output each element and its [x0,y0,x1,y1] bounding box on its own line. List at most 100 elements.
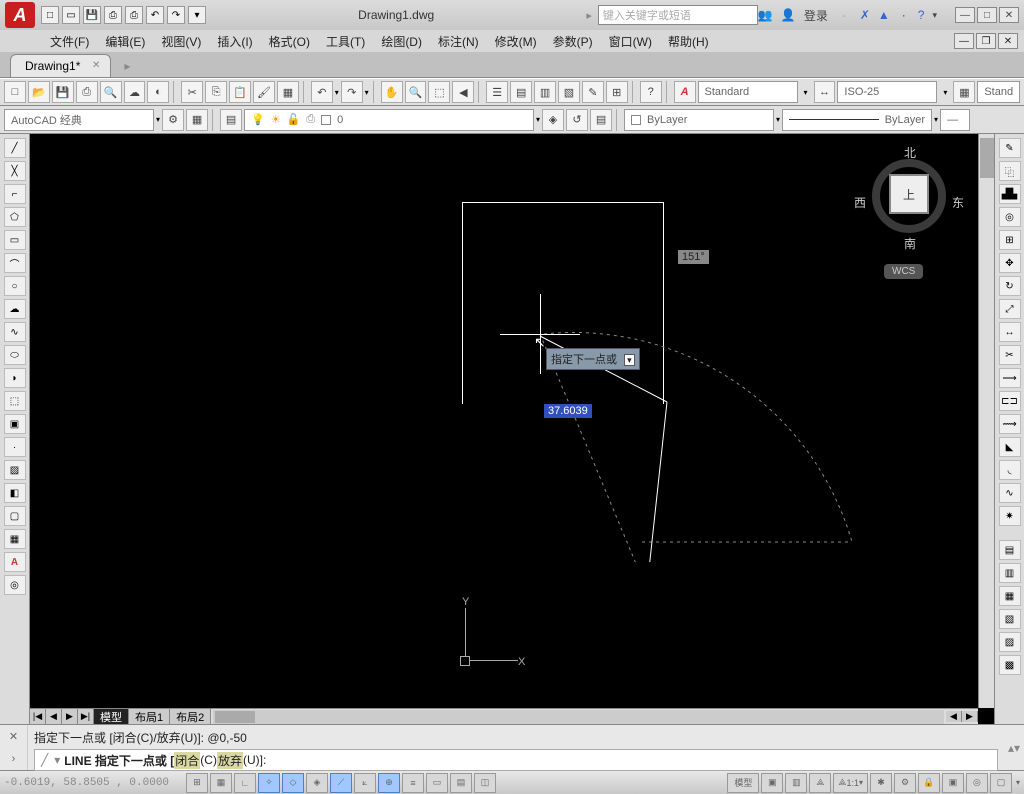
dim-style-arrow[interactable]: ▾ [943,88,947,97]
viewcube-south[interactable]: 南 [904,235,916,252]
viewcube[interactable]: 北 南 西 东 上 WCS [854,144,964,284]
tb-props-icon[interactable]: ☰ [486,81,508,103]
status-grid-icon[interactable]: ▦ [210,773,232,793]
status-iso-icon[interactable]: ◎ [966,773,988,793]
close-button[interactable]: ✕ [999,7,1019,23]
layer-iso-icon[interactable]: ◈ [542,109,564,131]
layer-props-icon[interactable]: ▤ [220,109,242,131]
color-arrow[interactable]: ▾ [776,115,780,124]
gradient-icon[interactable]: ◧ [4,483,26,503]
status-ann-icon[interactable]: ⟁ [809,773,831,793]
rotate-icon[interactable]: ↻ [999,276,1021,296]
explode-icon[interactable]: ✷ [999,506,1021,526]
revcloud-icon[interactable]: ☁ [4,299,26,319]
file-tab-close-icon[interactable]: ✕ [92,60,100,71]
tb-undo-drop[interactable]: ▾ [335,88,339,97]
status-snap-icon[interactable]: ⊞ [186,773,208,793]
status-tpy-icon[interactable]: ▭ [426,773,448,793]
undo-icon[interactable]: ↶ [146,6,164,24]
status-model-button[interactable]: 模型 [727,773,759,793]
layer-dropdown[interactable]: 💡 ☀ 🔓 ⎙ 0 [244,109,534,131]
viewcube-west[interactable]: 西 [854,194,866,211]
menu-dim[interactable]: 标注(N) [438,33,479,50]
lt-arrow[interactable]: ▾ [934,115,938,124]
drawing-canvas[interactable]: ↖ 指定下一点或 ▾ 37.6039 151° 北 南 西 东 上 WCS Y … [30,134,994,724]
status-annvis-icon[interactable]: ✱ [870,773,892,793]
ellipse-arc-icon[interactable]: ◗ [4,368,26,388]
pline-icon[interactable]: ⌐ [4,184,26,204]
cmd-close-icon[interactable]: ✕ [9,730,18,743]
cmd-close-opt[interactable]: 闭合 [174,752,200,769]
spline-icon[interactable]: ∿ [4,322,26,342]
tb-help-icon[interactable]: ? [640,81,662,103]
make-block-icon[interactable]: ▣ [4,414,26,434]
menu-file[interactable]: 文件(F) [50,33,89,50]
table-icon[interactable]: ▦ [4,529,26,549]
redo-icon[interactable]: ↷ [167,6,185,24]
tb-undo-icon[interactable]: ↶ [311,81,333,103]
tb-publish-icon[interactable]: ☁ [124,81,146,103]
tb-zoom-prev-icon[interactable]: ◀ [452,81,474,103]
fillet-icon[interactable]: ◟ [999,460,1021,480]
status-tray-arrow[interactable]: ▾ [1016,778,1020,787]
doc-restore-button[interactable]: ❐ [976,33,996,49]
insert-block-icon[interactable]: ⬚ [4,391,26,411]
hsb-left[interactable]: ◀ [946,711,962,722]
menu-modify[interactable]: 修改(M) [495,33,537,50]
layer-prev-icon[interactable]: ↺ [566,109,588,131]
tb-preview-icon[interactable]: 🔍 [100,81,122,103]
region-icon[interactable]: ▢ [4,506,26,526]
polygon-icon[interactable]: ⬠ [4,207,26,227]
menu-window[interactable]: 窗口(W) [609,33,652,50]
saveas-icon[interactable]: ⎙ [104,6,122,24]
workspace-dropdown[interactable]: AutoCAD 经典 [4,109,154,131]
cmd-scroll[interactable]: ▴▾ [1004,725,1024,770]
tab-nav-last[interactable]: ▶| [78,709,94,725]
erase-icon[interactable]: ✎ [999,138,1021,158]
text-style-icon[interactable]: A [674,81,696,103]
hsb-right[interactable]: ▶ [962,711,978,722]
search-go-icon[interactable]: 👥 [758,8,773,22]
new-icon[interactable]: □ [41,6,59,24]
tb-open-icon[interactable]: 📂 [28,81,50,103]
menu-format[interactable]: 格式(O) [269,33,310,50]
hatch-icon[interactable]: ▨ [4,460,26,480]
status-ws-icon[interactable]: ⚙ [894,773,916,793]
tab-model[interactable]: 模型 [94,709,129,725]
status-lock-icon[interactable]: 🔒 [918,773,940,793]
tb-match-icon[interactable]: 🖌 [253,81,275,103]
scale-icon[interactable]: ⤢ [999,299,1021,319]
cmd-expand-icon[interactable]: › [12,753,16,765]
layer-state-icon[interactable]: ▤ [590,109,612,131]
open-icon[interactable]: ▭ [62,6,80,24]
login-link[interactable]: 登录 [804,7,828,24]
layer-arrow[interactable]: ▾ [536,115,540,124]
menu-edit[interactable]: 编辑(E) [105,33,145,50]
horizontal-scrollbar[interactable] [213,710,944,724]
chamfer-icon[interactable]: ◣ [999,437,1021,457]
table-style-icon[interactable]: ▦ [953,81,975,103]
status-lwt-icon[interactable]: ≡ [402,773,424,793]
status-ducs-icon[interactable]: ⟀ [354,773,376,793]
save-icon[interactable]: 💾 [83,6,101,24]
menu-param[interactable]: 参数(P) [553,33,593,50]
viewcube-north[interactable]: 北 [904,144,916,161]
table-style-dropdown[interactable]: Stand [977,81,1020,103]
tb-redo-drop[interactable]: ▾ [365,88,369,97]
tb-zoom-win-icon[interactable]: ⬚ [428,81,450,103]
status-sc-icon[interactable]: ◫ [474,773,496,793]
tb-3d-icon[interactable]: ◐ [147,81,169,103]
lineweight-dropdown[interactable]: — [940,109,970,131]
rectangle-icon[interactable]: ▭ [4,230,26,250]
tab-nav-first[interactable]: |◀ [30,709,46,725]
status-otrack-icon[interactable]: ⟋ [330,773,352,793]
wcs-badge[interactable]: WCS [884,264,923,279]
search-input[interactable]: 键入关键字或短语 [598,5,758,25]
tab-layout1[interactable]: 布局1 [129,709,170,725]
rb-tool3-icon[interactable]: ▦ [999,586,1021,606]
linetype-dropdown[interactable]: ByLayer [782,109,932,131]
extend-icon[interactable]: ⟶ [999,368,1021,388]
break-icon[interactable]: ⊏⊐ [999,391,1021,411]
rb-tool6-icon[interactable]: ▩ [999,655,1021,675]
tb-cut-icon[interactable]: ✂ [181,81,203,103]
